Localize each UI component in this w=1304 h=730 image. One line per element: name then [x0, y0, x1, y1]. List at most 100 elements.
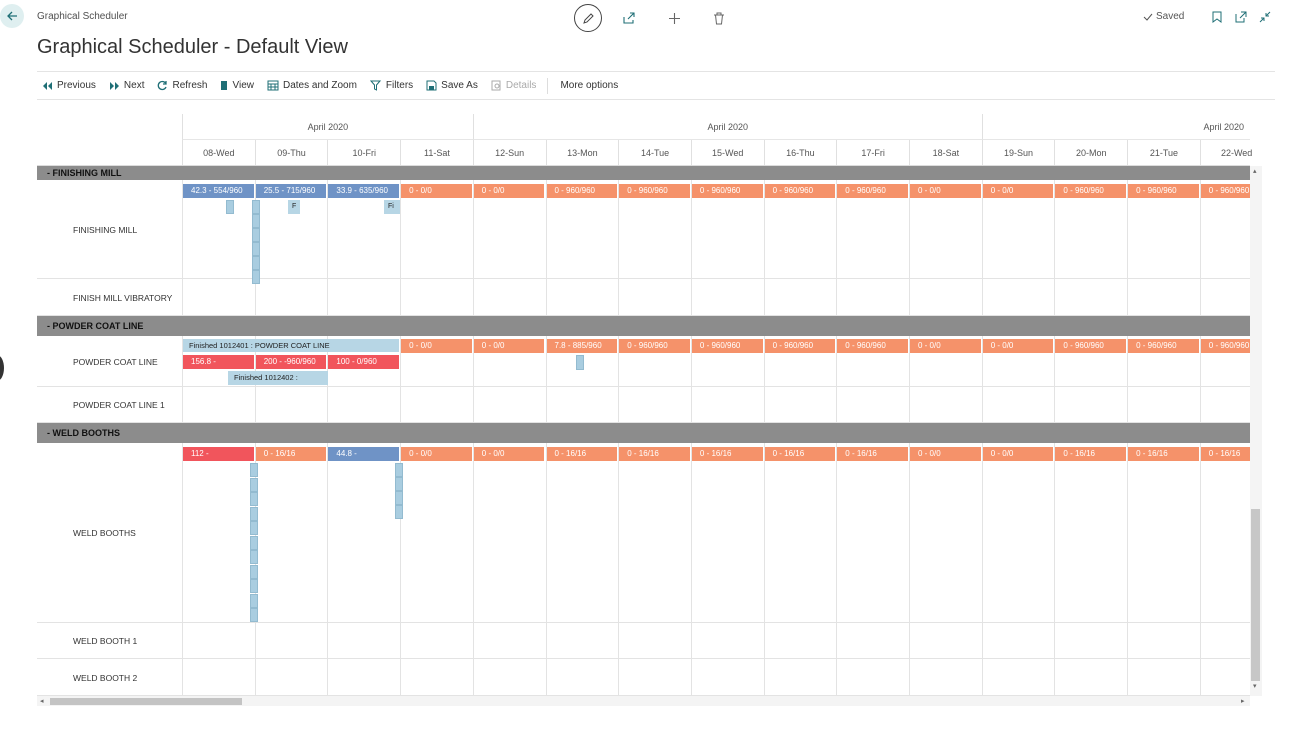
capacity-bar[interactable]: 0 - 16/16 — [619, 447, 690, 461]
job-block[interactable] — [395, 505, 403, 519]
scroll-down-arrow[interactable]: ▾ — [1253, 682, 1257, 690]
next-button[interactable]: Next — [109, 80, 144, 91]
back-button[interactable] — [0, 4, 24, 28]
capacity-bar[interactable]: 7.8 - 885/960 — [546, 339, 618, 353]
capacity-bar[interactable]: 0 - 0/0 — [982, 184, 1054, 198]
group-header[interactable]: - WELD BOOTHS — [37, 423, 1250, 443]
capacity-bar[interactable]: 0 - 0/0 — [473, 339, 545, 353]
capacity-bar[interactable]: 112 - — [183, 447, 254, 461]
job-block[interactable] — [252, 256, 260, 270]
edit-button[interactable] — [574, 4, 602, 32]
capacity-bar[interactable]: 0 - 960/960 — [619, 339, 690, 353]
capacity-bar[interactable]: 0 - 960/960 — [1055, 339, 1127, 353]
job-block[interactable] — [252, 270, 260, 284]
job-block[interactable] — [250, 521, 258, 535]
capacity-bar[interactable]: 0 - 960/960 — [691, 339, 763, 353]
job-block[interactable] — [395, 491, 403, 505]
capacity-bar[interactable]: 0 - 0/0 — [473, 184, 545, 198]
save-as-button[interactable]: Save As — [426, 80, 478, 91]
capacity-bar[interactable]: 0 - 0/0 — [910, 184, 981, 198]
capacity-bar[interactable]: 0 - 960/960 — [837, 339, 908, 353]
job-block[interactable] — [250, 535, 258, 550]
job-block[interactable] — [252, 200, 260, 214]
scroll-up-arrow[interactable]: ▴ — [1253, 167, 1257, 175]
capacity-bar[interactable]: 0 - 960/960 — [546, 184, 618, 198]
group-header[interactable]: - POWDER COAT LINE — [37, 316, 1250, 336]
capacity-bar[interactable]: 25.5 - 715/960 — [255, 184, 327, 198]
job-block[interactable] — [395, 463, 403, 477]
job-block[interactable] — [252, 242, 260, 256]
job-block[interactable] — [395, 477, 403, 491]
previous-button[interactable]: Previous — [42, 80, 96, 91]
capacity-bar[interactable]: 0 - 960/960 — [1128, 184, 1199, 198]
capacity-bar[interactable]: 100 - 0/960 — [328, 355, 400, 369]
capacity-bar[interactable]: 0 - 0/0 — [473, 447, 545, 461]
capacity-bar[interactable]: 0 - 16/16 — [1200, 447, 1250, 461]
capacity-bar[interactable]: 200 - -960/960 — [255, 355, 327, 369]
job-block[interactable] — [250, 593, 258, 608]
capacity-bar[interactable]: 0 - 16/16 — [1055, 447, 1127, 461]
job-block[interactable] — [226, 200, 234, 214]
capacity-bar[interactable]: 0 - 0/0 — [401, 184, 472, 198]
day-header: 09-Thu — [254, 140, 328, 166]
capacity-bar[interactable]: 0 - 960/960 — [619, 184, 690, 198]
capacity-bar[interactable]: 0 - 960/960 — [691, 184, 763, 198]
job-block[interactable] — [250, 608, 258, 622]
job-bar[interactable]: Finished 1012402 : — [228, 371, 328, 385]
collapse-button[interactable] — [1258, 10, 1272, 24]
capacity-bar[interactable]: 0 - 960/960 — [764, 184, 836, 198]
capacity-bar[interactable]: 44.8 - — [328, 447, 400, 461]
capacity-bar[interactable]: 0 - 16/16 — [255, 447, 327, 461]
job-block[interactable] — [250, 564, 258, 579]
capacity-bar[interactable]: 42.3 - 554/960 — [183, 184, 254, 198]
scroll-right-arrow[interactable]: ▸ — [1241, 697, 1245, 705]
view-button[interactable]: View — [220, 80, 254, 91]
job-block[interactable] — [250, 506, 258, 521]
page-title: Graphical Scheduler - Default View — [37, 36, 348, 58]
horizontal-scroll-thumb[interactable] — [50, 698, 242, 705]
capacity-bar[interactable]: 0 - 0/0 — [401, 339, 472, 353]
capacity-bar[interactable]: 0 - 16/16 — [1128, 447, 1199, 461]
vertical-scroll-thumb[interactable] — [1251, 509, 1260, 681]
capacity-bar[interactable]: 0 - 0/0 — [982, 339, 1054, 353]
refresh-button[interactable]: Refresh — [157, 80, 207, 91]
new-button[interactable] — [665, 9, 683, 27]
job-block[interactable] — [250, 492, 258, 506]
capacity-bar[interactable]: 0 - 0/0 — [982, 447, 1054, 461]
job-bar[interactable]: Finished 1012401 : POWDER COAT LINE — [183, 339, 400, 352]
capacity-bar[interactable]: 0 - 960/960 — [1200, 184, 1250, 198]
capacity-bar[interactable]: 0 - 16/16 — [546, 447, 618, 461]
job-block[interactable] — [575, 355, 584, 370]
job-block[interactable] — [252, 228, 260, 242]
capacity-bar[interactable]: 33.9 - 635/960 — [328, 184, 400, 198]
delete-button[interactable] — [710, 9, 728, 27]
capacity-bar[interactable]: 0 - 960/960 — [764, 339, 836, 353]
capacity-bar[interactable]: 0 - 960/960 — [837, 184, 908, 198]
capacity-bar[interactable]: 0 - 960/960 — [1200, 339, 1250, 353]
job-block[interactable] — [250, 550, 258, 564]
capacity-bar[interactable]: 0 - 960/960 — [1128, 339, 1199, 353]
capacity-bar[interactable]: 0 - 960/960 — [1055, 184, 1127, 198]
capacity-bar[interactable]: 0 - 0/0 — [401, 447, 472, 461]
side-handle[interactable] — [0, 355, 4, 381]
job-block[interactable] — [250, 463, 258, 477]
share-button[interactable] — [620, 9, 638, 27]
bookmark-button[interactable] — [1210, 10, 1224, 24]
scroll-left-arrow[interactable]: ◂ — [40, 697, 44, 705]
more-options-button[interactable]: More options — [560, 80, 618, 91]
filters-button[interactable]: Filters — [369, 80, 413, 91]
open-new-window-button[interactable] — [1234, 10, 1248, 24]
job-block[interactable] — [250, 477, 258, 492]
capacity-bar[interactable]: 156.8 - — [183, 355, 254, 369]
capacity-bar[interactable]: 0 - 16/16 — [837, 447, 908, 461]
job-block[interactable] — [250, 579, 258, 593]
capacity-bar[interactable]: 0 - 0/0 — [910, 339, 981, 353]
group-header[interactable]: - FINISHING MILL — [37, 166, 1250, 180]
capacity-bar[interactable]: 0 - 16/16 — [764, 447, 836, 461]
capacity-bar[interactable]: 0 - 0/0 — [910, 447, 981, 461]
job-block[interactable]: F — [288, 200, 300, 214]
job-block[interactable]: Fi — [384, 200, 400, 214]
capacity-bar[interactable]: 0 - 16/16 — [691, 447, 763, 461]
dates-and-zoom-button[interactable]: Dates and Zoom — [267, 80, 357, 91]
job-block[interactable] — [252, 214, 260, 228]
